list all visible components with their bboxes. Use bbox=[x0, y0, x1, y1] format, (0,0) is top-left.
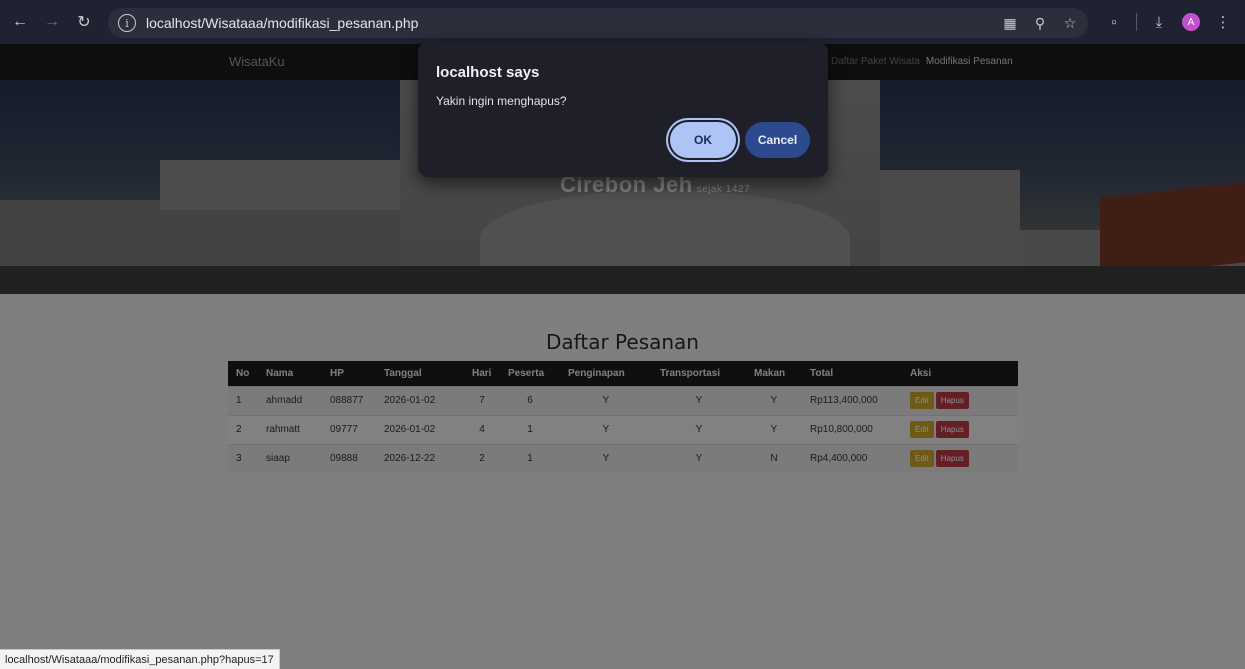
column-header: Tanggal bbox=[376, 361, 464, 386]
site-info-icon[interactable]: i bbox=[118, 14, 136, 32]
cell-peserta: 1 bbox=[500, 443, 560, 473]
reload-icon[interactable]: ↻ bbox=[70, 8, 98, 36]
cell-no: 3 bbox=[228, 443, 258, 473]
nav-link-paket[interactable]: Daftar Paket Wisata bbox=[831, 56, 920, 67]
cell-penginapan: Y bbox=[560, 443, 652, 473]
column-header: Transportasi bbox=[652, 361, 746, 386]
column-header: Penginapan bbox=[560, 361, 652, 386]
dialog-message: Yakin ingin menghapus? bbox=[436, 94, 567, 108]
table-row: 3 siaap 09888 2026-12-22 2 1 Y Y N Rp4,4… bbox=[228, 443, 1018, 473]
site-brand[interactable]: WisataKu bbox=[229, 54, 285, 69]
cell-peserta: 6 bbox=[500, 385, 560, 415]
nav-link-modifikasi[interactable]: Modifikasi Pesanan bbox=[926, 56, 1013, 67]
cancel-button[interactable]: Cancel bbox=[745, 122, 810, 158]
cell-total: Rp10,800,000 bbox=[802, 414, 902, 444]
cell-tanggal: 2026-12-22 bbox=[376, 443, 464, 473]
cell-transportasi: Y bbox=[652, 414, 746, 444]
cell-makan: Y bbox=[746, 414, 802, 444]
column-header: Peserta bbox=[500, 361, 560, 386]
edit-button[interactable]: Edit bbox=[910, 450, 934, 468]
cell-nama: ahmadd bbox=[258, 385, 322, 415]
cell-total: Rp4,400,000 bbox=[802, 443, 902, 473]
browser-toolbar: ← → ↻ i localhost/Wisataaa/modifikasi_pe… bbox=[0, 0, 1245, 44]
cell-no: 2 bbox=[228, 414, 258, 444]
cell-aksi: Edit Hapus bbox=[902, 443, 1018, 473]
cell-hari: 7 bbox=[464, 385, 500, 415]
bookmark-star-icon[interactable]: ☆ bbox=[1060, 15, 1080, 32]
cell-total: Rp113,400,000 bbox=[802, 385, 902, 415]
cell-no: 1 bbox=[228, 385, 258, 415]
hero-subtitle: sejak 1427 bbox=[696, 184, 751, 195]
hapus-button[interactable]: Hapus bbox=[935, 392, 969, 409]
page-title: Daftar Pesanan bbox=[546, 330, 699, 354]
cell-penginapan: Y bbox=[560, 385, 652, 415]
zoom-icon[interactable]: ⚲ bbox=[1030, 15, 1050, 32]
translate-icon[interactable]: ▦ bbox=[1000, 15, 1020, 32]
profile-button[interactable]: A bbox=[1177, 8, 1205, 36]
cell-nama: siaap bbox=[258, 443, 322, 473]
cell-transportasi: Y bbox=[652, 385, 746, 415]
toolbar-divider bbox=[1136, 13, 1137, 31]
table-header-row: No Nama HP Tanggal Hari Peserta Penginap… bbox=[228, 361, 1018, 386]
ok-button[interactable]: OK bbox=[670, 122, 736, 158]
cell-tanggal: 2026-01-02 bbox=[376, 414, 464, 444]
hapus-button[interactable]: Hapus bbox=[935, 450, 969, 468]
download-icon[interactable]: ⤓ bbox=[1145, 8, 1173, 36]
cell-makan: Y bbox=[746, 385, 802, 415]
cell-transportasi: Y bbox=[652, 443, 746, 473]
cell-aksi: Edit Hapus bbox=[902, 414, 1018, 444]
cell-nama: rahmatt bbox=[258, 414, 322, 444]
cell-hp: 09888 bbox=[322, 443, 376, 473]
link-status-bar: localhost/Wisataaa/modifikasi_pesanan.ph… bbox=[0, 649, 280, 669]
cell-hari: 4 bbox=[464, 414, 500, 444]
column-header: HP bbox=[322, 361, 376, 386]
confirm-dialog: localhost says Yakin ingin menghapus? OK… bbox=[418, 42, 828, 177]
column-header: Nama bbox=[258, 361, 322, 386]
table-row: 2 rahmatt 09777 2026-01-02 4 1 Y Y Y Rp1… bbox=[228, 414, 1018, 444]
column-header: Aksi bbox=[902, 361, 1018, 386]
hapus-button[interactable]: Hapus bbox=[935, 421, 969, 438]
cell-hp: 088877 bbox=[322, 385, 376, 415]
column-header: Makan bbox=[746, 361, 802, 386]
menu-kebab-icon[interactable]: ⋮ bbox=[1209, 8, 1237, 36]
back-icon[interactable]: ← bbox=[6, 8, 34, 36]
edit-button[interactable]: Edit bbox=[910, 392, 934, 409]
cell-tanggal: 2026-01-02 bbox=[376, 385, 464, 415]
cell-peserta: 1 bbox=[500, 414, 560, 444]
cell-hari: 2 bbox=[464, 443, 500, 473]
cell-penginapan: Y bbox=[560, 414, 652, 444]
avatar: A bbox=[1182, 13, 1200, 31]
dialog-title: localhost says bbox=[436, 64, 540, 81]
address-bar[interactable]: i localhost/Wisataaa/modifikasi_pesanan.… bbox=[108, 8, 1088, 38]
orders-table: No Nama HP Tanggal Hari Peserta Penginap… bbox=[228, 361, 1018, 473]
extensions-icon[interactable]: ▫ bbox=[1100, 8, 1128, 36]
column-header: Total bbox=[802, 361, 902, 386]
cell-aksi: Edit Hapus bbox=[902, 385, 1018, 415]
url-text[interactable]: localhost/Wisataaa/modifikasi_pesanan.ph… bbox=[146, 15, 418, 31]
column-header: Hari bbox=[464, 361, 500, 386]
column-header: No bbox=[228, 361, 258, 386]
forward-icon[interactable]: → bbox=[38, 8, 66, 36]
cell-makan: N bbox=[746, 443, 802, 473]
table-row: 1 ahmadd 088877 2026-01-02 7 6 Y Y Y Rp1… bbox=[228, 385, 1018, 415]
edit-button[interactable]: Edit bbox=[910, 421, 934, 438]
cell-hp: 09777 bbox=[322, 414, 376, 444]
